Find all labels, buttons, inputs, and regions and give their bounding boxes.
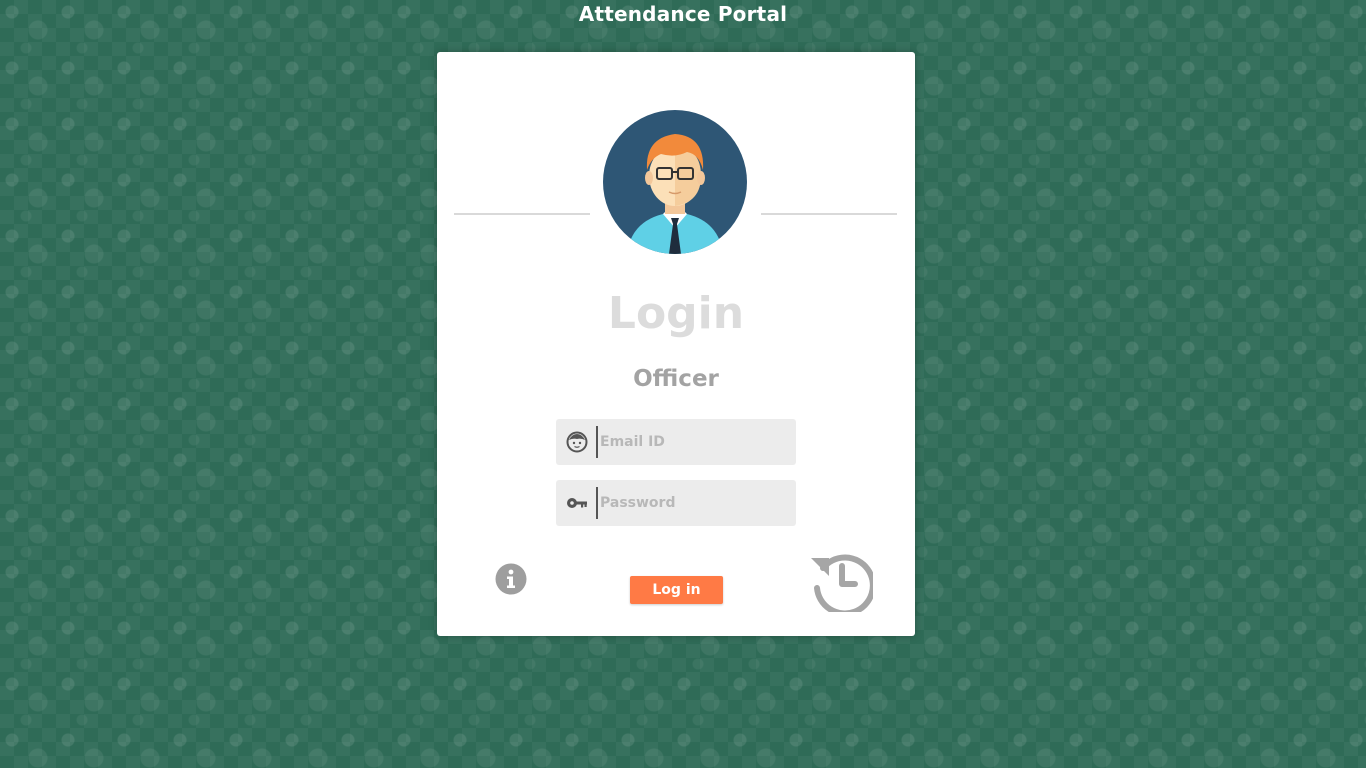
face-icon (566, 431, 588, 453)
page-title: Attendance Portal (578, 2, 788, 26)
divider-right (761, 213, 897, 215)
password-input[interactable] (600, 480, 790, 526)
password-field[interactable] (556, 480, 796, 526)
email-field[interactable] (556, 419, 796, 465)
email-input[interactable] (600, 419, 790, 465)
divider-left (454, 213, 590, 215)
role-label: Officer (633, 366, 719, 392)
officer-avatar-icon (603, 110, 747, 254)
history-icon[interactable] (809, 548, 873, 612)
password-field-separator (596, 487, 598, 519)
login-button[interactable]: Log in (630, 576, 723, 604)
email-field-separator (596, 426, 598, 458)
login-heading: Login (607, 288, 745, 339)
key-icon (567, 498, 587, 508)
info-icon[interactable] (495, 563, 527, 595)
login-card: Login Officer Log in (437, 52, 915, 636)
